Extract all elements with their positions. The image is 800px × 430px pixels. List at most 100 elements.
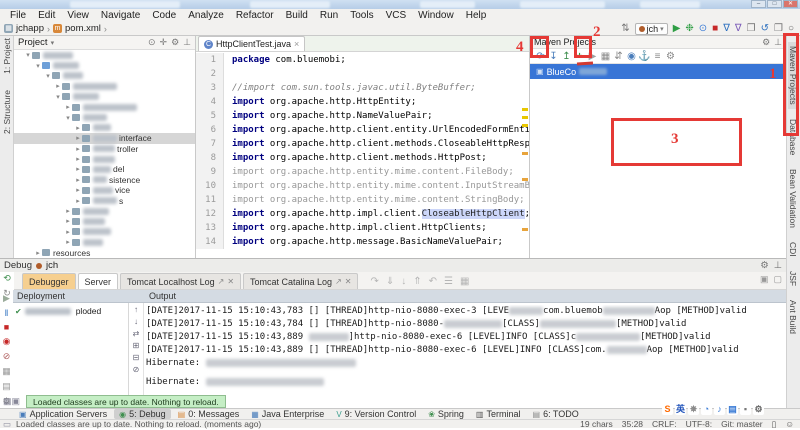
rollback-button[interactable]: ↺: [761, 23, 769, 35]
menu-item-window[interactable]: Window: [412, 10, 460, 21]
editor-tab-httpclienttest[interactable]: C HttpClientTest.java ×: [198, 36, 305, 51]
tree-arrow-icon[interactable]: ▾: [64, 114, 72, 122]
code-line[interactable]: 7import org.apache.http.client.methods.C…: [196, 137, 529, 151]
copy-button[interactable]: ❒: [774, 23, 783, 35]
tool-tab-project[interactable]: 1: Project: [2, 38, 12, 74]
menu-item-edit[interactable]: Edit: [32, 10, 61, 21]
project-panel-title[interactable]: Project: [18, 37, 48, 48]
debug-tab-tomcat-localhost-log[interactable]: Tomcat Localhost Log↗✕: [120, 273, 241, 289]
code-line[interactable]: 5import org.apache.http.NameValuePair;: [196, 109, 529, 123]
compare-icon[interactable]: ⇅: [621, 23, 629, 35]
coverage-button[interactable]: ⊙: [699, 23, 707, 35]
view-breakpoints-icon[interactable]: ◉: [3, 336, 11, 347]
tree-arrow-icon[interactable]: ▸: [74, 145, 82, 153]
stop-icon[interactable]: ■: [4, 322, 9, 332]
output-column-header[interactable]: Output: [129, 291, 176, 301]
tool-tab-jsf[interactable]: JSF: [788, 267, 798, 290]
minimize-button[interactable]: –: [751, 0, 766, 8]
menu-item-run[interactable]: Run: [314, 10, 344, 21]
tree-row[interactable]: ▸: [14, 237, 195, 247]
tree-arrow-icon[interactable]: ▸: [54, 82, 62, 90]
breadcrumb-project[interactable]: jchapp: [16, 23, 44, 34]
tree-arrow-icon[interactable]: ▾: [54, 93, 62, 101]
menu-item-code[interactable]: Code: [146, 10, 182, 21]
tree-arrow-icon[interactable]: ▸: [74, 134, 82, 142]
layout-icon[interactable]: ▦: [2, 366, 11, 377]
tree-row[interactable]: ▾: [14, 50, 195, 60]
tree-arrow-icon[interactable]: ▾: [24, 51, 32, 59]
clock-icon[interactable]: ◔: [701, 404, 712, 415]
code-line[interactable]: 8import org.apache.http.client.methods.H…: [196, 151, 529, 165]
scroll-end-icon[interactable]: ⊞: [133, 341, 140, 350]
ime-sparkle-icon[interactable]: ✵: [688, 404, 699, 415]
pin-icon[interactable]: ▣: [760, 274, 769, 285]
pause-icon[interactable]: ‖: [5, 308, 9, 318]
tree-arrow-icon[interactable]: ▸: [74, 186, 82, 194]
code-area[interactable]: 1package com.bluemobi;23//import com.sun…: [196, 53, 529, 258]
close-tab-icon[interactable]: ✕: [345, 277, 352, 286]
up-stack-icon[interactable]: ↑: [134, 305, 138, 314]
tree-arrow-icon[interactable]: ▸: [74, 197, 82, 205]
tool-tab-ant-build[interactable]: Ant Build: [788, 296, 798, 338]
tree-row[interactable]: ▸s: [14, 195, 195, 205]
tree-row[interactable]: ▾: [14, 112, 195, 122]
open-in-window-icon[interactable]: ↗: [335, 277, 342, 286]
run-configuration-select[interactable]: jch ▾: [635, 23, 668, 35]
tree-row[interactable]: ▸resources: [14, 247, 195, 257]
step-out-icon[interactable]: ⇑: [413, 276, 421, 287]
code-line[interactable]: 11import org.apache.http.entity.mime.con…: [196, 193, 529, 207]
tree-row[interactable]: ▸del: [14, 164, 195, 174]
menu-item-navigate[interactable]: Navigate: [95, 10, 146, 21]
deployment-column-header[interactable]: Deployment: [13, 291, 129, 301]
force-step-into-icon[interactable]: ↓: [401, 276, 406, 287]
tree-arrow-icon[interactable]: ▸: [64, 238, 72, 246]
toolwindow-button-9-version-control[interactable]: V9: Version Control: [331, 409, 421, 419]
close-button[interactable]: ✕: [783, 0, 798, 8]
step-into-icon[interactable]: ⇓: [386, 276, 394, 287]
tree-row[interactable]: ▸: [14, 227, 195, 237]
rerun-icon[interactable]: ⟲: [3, 273, 11, 284]
tree-row[interactable]: ▸: [14, 102, 195, 112]
menu-item-help[interactable]: Help: [460, 10, 493, 21]
ime-language-icon[interactable]: 英: [675, 404, 686, 415]
download-sources-icon[interactable]: ↥: [560, 51, 573, 62]
tree-arrow-icon[interactable]: ▸: [34, 249, 42, 257]
commit-button[interactable]: ∇: [735, 23, 742, 35]
hide-icon[interactable]: ⊥: [183, 37, 191, 48]
toolwindow-button-0-messages[interactable]: ▤0: Messages: [173, 409, 245, 419]
run-to-cursor-icon[interactable]: ☰: [444, 276, 453, 287]
offline-mode-icon[interactable]: ◉: [625, 51, 638, 62]
tree-arrow-icon[interactable]: ▸: [74, 155, 82, 163]
resume-icon[interactable]: ▶: [3, 293, 10, 304]
tree-arrow-icon[interactable]: ▸: [64, 207, 72, 215]
tool-tab-bean-validation[interactable]: Bean Validation: [788, 165, 798, 232]
sogou-icon[interactable]: S: [662, 404, 673, 415]
voice-icon[interactable]: ♪: [714, 404, 725, 415]
tree-row[interactable]: ▸: [14, 206, 195, 216]
run-button[interactable]: ▶: [673, 23, 681, 35]
tree-row[interactable]: ▸: [14, 154, 195, 164]
code-line[interactable]: 6import org.apache.http.client.entity.Ur…: [196, 123, 529, 137]
update-project-button[interactable]: ∇: [723, 23, 730, 35]
tree-row[interactable]: ▸sistence: [14, 175, 195, 185]
menu-item-file[interactable]: File: [4, 10, 32, 21]
tree-arrow-icon[interactable]: ▸: [74, 124, 82, 132]
code-line[interactable]: 10import org.apache.http.entity.mime.con…: [196, 179, 529, 193]
code-line[interactable]: 9import org.apache.http.entity.mime.cont…: [196, 165, 529, 179]
debug-button[interactable]: ❉: [685, 23, 693, 35]
toolwindow-button-java-enterprise[interactable]: ▦Java Enterprise: [246, 409, 329, 419]
breadcrumb-file[interactable]: pom.xml: [65, 23, 101, 34]
maven-settings-icon[interactable]: ⚙: [664, 51, 677, 62]
toolwindow-button-6-todo[interactable]: ▤6: TODO: [528, 409, 584, 419]
debug-tab-tomcat-catalina-log[interactable]: Tomcat Catalina Log↗✕: [243, 273, 358, 289]
tree-row[interactable]: ▾: [14, 60, 195, 70]
settings-icon[interactable]: ⚙: [760, 260, 769, 271]
hide-panel-icon[interactable]: ⊥: [774, 260, 782, 271]
tree-arrow-icon[interactable]: ▸: [64, 228, 72, 236]
tray-misc-icon[interactable]: ▪: [740, 404, 751, 415]
scroll-to-source-icon[interactable]: ✛: [160, 37, 168, 48]
profiles-icon[interactable]: ≡: [651, 51, 664, 62]
menu-item-vcs[interactable]: VCS: [380, 10, 413, 21]
chevron-down-icon[interactable]: ▾: [51, 39, 55, 47]
toolwindow-button-application-servers[interactable]: ▣Application Servers: [14, 409, 112, 419]
